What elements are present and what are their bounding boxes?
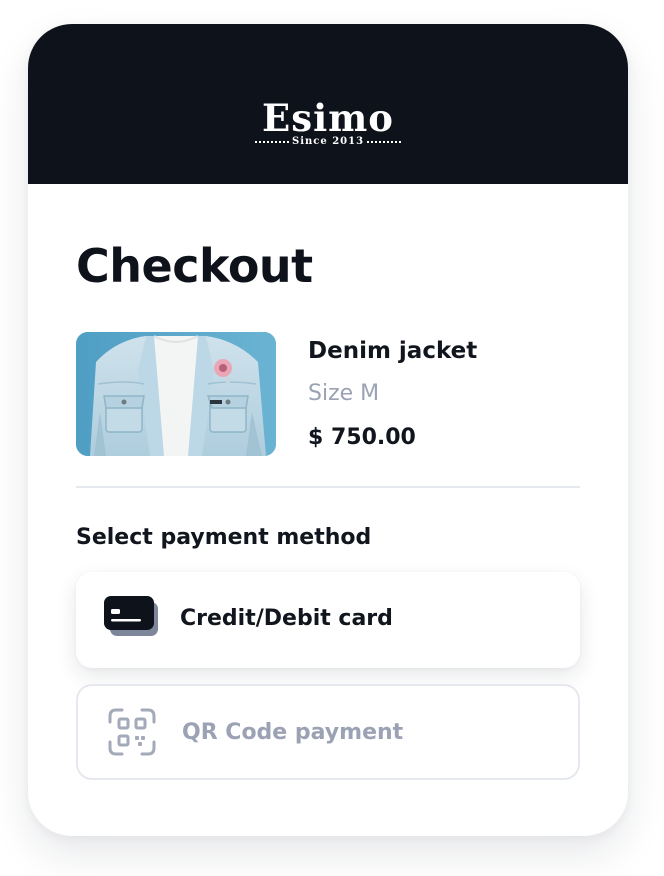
brand-tagline: Since 2013: [291, 136, 365, 147]
section-divider: [76, 486, 580, 488]
credit-card-icon: [102, 594, 162, 646]
page-title: Checkout: [76, 239, 313, 293]
tagline-dots-left: [254, 141, 289, 143]
product-size: Size M: [308, 381, 380, 406]
payment-option-card-label: Credit/Debit card: [180, 606, 393, 631]
product-image: [76, 332, 276, 456]
product-name: Denim jacket: [308, 338, 478, 364]
denim-jacket-photo: [76, 332, 276, 456]
qr-code-icon: [102, 706, 162, 758]
brand-header: Esimo Since 2013: [28, 24, 628, 184]
payment-option-card[interactable]: Credit/Debit card: [76, 572, 580, 668]
brand-logo: Esimo: [262, 96, 394, 140]
payment-option-qr-label: QR Code payment: [182, 720, 404, 745]
product-price: $ 750.00: [308, 425, 416, 450]
tagline-dots-right: [367, 141, 402, 143]
brand-tagline-row: Since 2013: [252, 136, 404, 148]
payment-section-label: Select payment method: [76, 525, 372, 550]
checkout-card: Esimo Since 2013 Checkout Denim jacket S…: [28, 24, 628, 836]
payment-option-qr[interactable]: QR Code payment: [76, 684, 580, 780]
